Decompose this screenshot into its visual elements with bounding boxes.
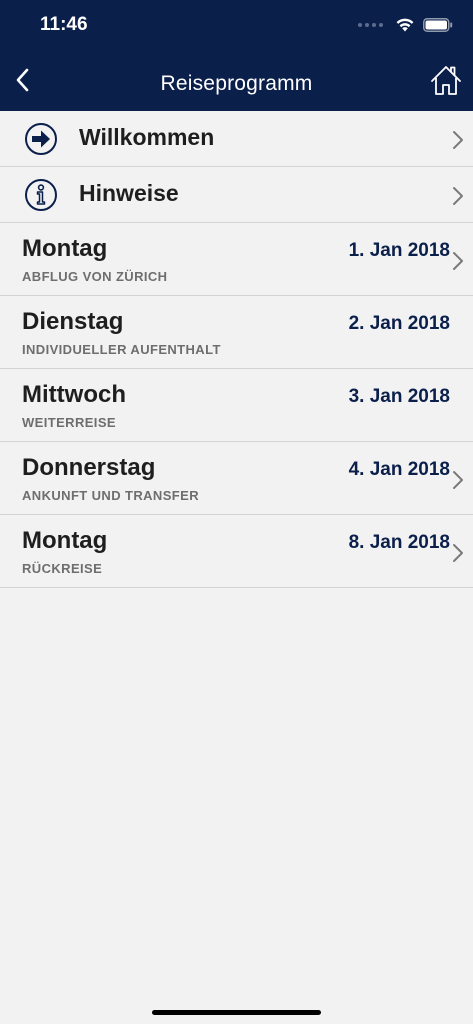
chevron-right-icon (453, 544, 463, 562)
chevron-right-icon (453, 187, 463, 205)
day-subtitle: ABFLUG VON ZÜRICH (22, 269, 168, 284)
day-weekday: Mittwoch (22, 381, 126, 408)
wifi-icon (396, 18, 414, 32)
program-list: Willkommen Hinweise Montag 1. Jan 2018 A… (0, 111, 473, 588)
day-row-1[interactable]: Montag 1. Jan 2018 ABFLUG VON ZÜRICH (0, 223, 473, 296)
day-weekday: Montag (22, 527, 108, 554)
app-header: 11:46 Reiseprogramm (0, 0, 473, 111)
day-weekday: Donnerstag (22, 454, 156, 481)
chevron-right-icon (453, 131, 463, 149)
day-date: 1. Jan 2018 (348, 240, 450, 261)
list-item-label: Willkommen (79, 124, 215, 150)
day-row-3[interactable]: Mittwoch 3. Jan 2018 WEITERREISE (0, 369, 473, 442)
day-row-5[interactable]: Montag 8. Jan 2018 RÜCKREISE (0, 515, 473, 588)
day-date: 2. Jan 2018 (348, 313, 450, 334)
day-weekday: Dienstag (22, 308, 124, 335)
day-subtitle: INDIVIDUELLER AUFENTHALT (22, 342, 221, 357)
info-circle-icon (25, 179, 57, 211)
cellular-signal-icon (358, 23, 383, 27)
status-time: 11:46 (40, 14, 88, 35)
day-subtitle: WEITERREISE (22, 415, 116, 430)
home-icon (431, 66, 461, 95)
day-subtitle: RÜCKREISE (22, 561, 103, 576)
day-date: 4. Jan 2018 (348, 459, 450, 480)
day-weekday: Montag (22, 235, 108, 262)
status-indicators (358, 14, 453, 36)
list-item-willkommen[interactable]: Willkommen (0, 111, 473, 167)
arrow-right-circle-icon (25, 123, 57, 155)
day-date: 3. Jan 2018 (348, 386, 450, 407)
home-button[interactable] (429, 62, 463, 98)
chevron-right-icon (453, 252, 463, 270)
day-date: 8. Jan 2018 (348, 532, 450, 553)
page-title: Reiseprogramm (160, 72, 313, 95)
day-row-2[interactable]: Dienstag 2. Jan 2018 INDIVIDUELLER AUFEN… (0, 296, 473, 369)
battery-icon (423, 18, 453, 32)
chevron-right-icon (453, 471, 463, 489)
list-item-label: Hinweise (79, 180, 179, 206)
day-subtitle: ANKUNFT UND TRANSFER (22, 488, 199, 503)
day-row-4[interactable]: Donnerstag 4. Jan 2018 ANKUNFT UND TRANS… (0, 442, 473, 515)
home-indicator[interactable] (152, 1010, 321, 1015)
list-item-hinweise[interactable]: Hinweise (0, 167, 473, 223)
